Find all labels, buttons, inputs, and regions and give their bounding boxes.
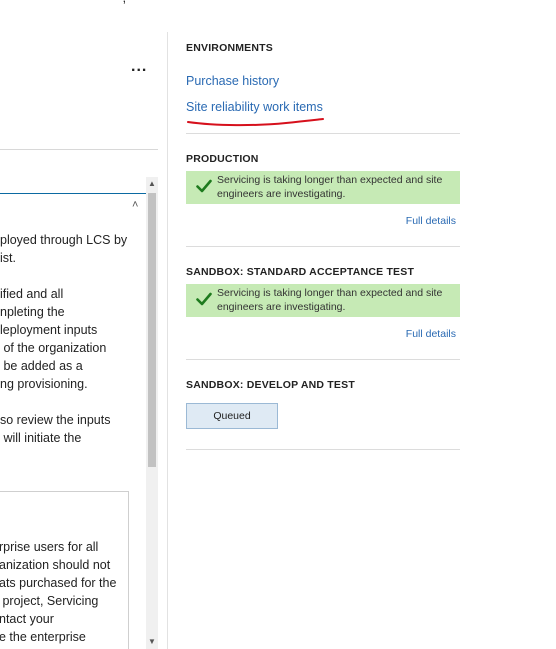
page: ', ... ˄ ployed through LCS by ist. ifie… xyxy=(0,0,556,649)
sandbox-dev-heading: SANDBOX: DEVELOP AND TEST xyxy=(186,379,355,391)
environments-panel: ENVIRONMENTS Purchase history Site relia… xyxy=(186,0,460,649)
scroll-up-icon[interactable]: ▲ xyxy=(146,177,158,191)
divider xyxy=(186,246,460,247)
checkmark-icon xyxy=(196,292,212,306)
production-full-details-link[interactable]: Full details xyxy=(406,215,456,227)
checkmark-icon xyxy=(196,179,212,193)
left-text-block-3: so review the inputs will initiate the xyxy=(0,413,111,445)
scroll-down-icon[interactable]: ▼ xyxy=(146,635,158,649)
production-status-banner: Servicing is taking longer than expected… xyxy=(186,171,460,204)
scrollbar[interactable]: ▲ ▼ xyxy=(146,177,158,649)
scroll-thumb[interactable] xyxy=(148,193,156,467)
queued-button[interactable]: Queued xyxy=(186,403,278,429)
divider xyxy=(186,133,460,134)
left-tab-underline xyxy=(0,193,146,194)
inner-box-text: rprise users for all anization should no… xyxy=(0,540,119,649)
red-underline-annotation xyxy=(187,118,324,127)
sandbox-uat-status-text: Servicing is taking longer than expected… xyxy=(217,287,443,313)
inner-info-box: rprise users for all anization should no… xyxy=(0,491,129,649)
divider xyxy=(186,449,460,450)
purchase-history-link[interactable]: Purchase history xyxy=(186,74,279,88)
left-panel: ', ... ˄ ployed through LCS by ist. ifie… xyxy=(0,0,167,649)
sandbox-uat-full-details-link[interactable]: Full details xyxy=(406,328,456,340)
panel-divider xyxy=(167,32,168,649)
production-heading: PRODUCTION xyxy=(186,153,259,165)
environments-heading: ENVIRONMENTS xyxy=(186,42,273,54)
production-status-text: Servicing is taking longer than expected… xyxy=(217,174,443,200)
chevron-up-icon[interactable]: ˄ xyxy=(132,200,142,211)
left-text-block-2: ified and all npleting the leployment in… xyxy=(0,287,107,391)
divider xyxy=(186,359,460,360)
left-divider xyxy=(0,149,158,150)
left-text-block-1: ployed through LCS by ist. xyxy=(0,233,128,265)
more-options-button[interactable]: ... xyxy=(131,58,151,76)
sandbox-uat-heading: SANDBOX: STANDARD ACCEPTANCE TEST xyxy=(186,266,415,278)
sandbox-uat-status-banner: Servicing is taking longer than expected… xyxy=(186,284,460,317)
top-cut-text: ', xyxy=(120,0,126,5)
site-reliability-link[interactable]: Site reliability work items xyxy=(186,100,323,114)
